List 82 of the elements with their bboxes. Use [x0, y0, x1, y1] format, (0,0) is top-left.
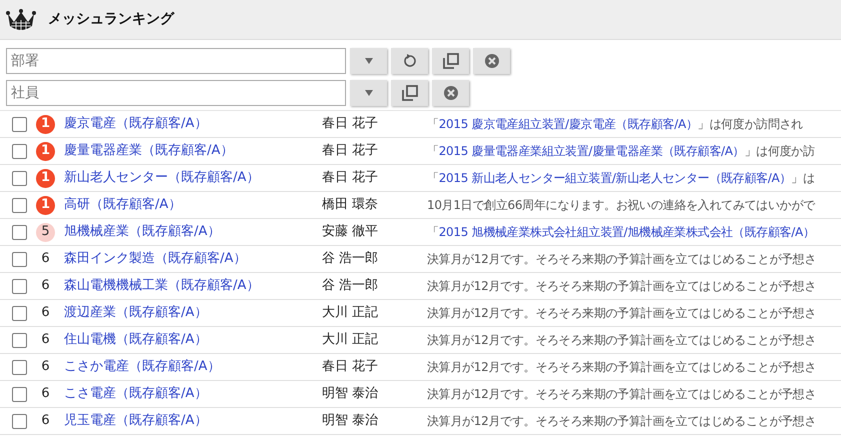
note-text: 決算月が12月です。そろそろ来期の予算計画を立てはじめることが予想さ: [427, 332, 816, 349]
person-name: 春日 花子: [322, 142, 380, 160]
person-name: 大川 正記: [322, 331, 380, 350]
rank-badge: 1: [36, 196, 55, 214]
rank-number: 6: [40, 277, 51, 296]
note-text: 決算月が12月です。そろそろ来期の予算計画を立てはじめることが予想さ: [427, 305, 816, 322]
refresh-icon: [402, 54, 416, 68]
rank-number: 6: [40, 331, 51, 350]
rank-number: 6: [40, 412, 51, 430]
note-text: 「2015 旭機械産業株式会社組立装置/旭機械産業株式会社（既存顧客/A）: [427, 224, 815, 241]
checkbox[interactable]: [12, 116, 27, 132]
note-text: 10月1日で創立66周年になります。お祝いの連絡を入れてみてはいかがで: [427, 197, 815, 214]
checkbox[interactable]: [12, 332, 27, 348]
copy-button[interactable]: [391, 80, 428, 106]
clear-button[interactable]: [432, 80, 469, 106]
crown-icon: [6, 8, 36, 32]
rank-number: 6: [40, 358, 51, 376]
note-link[interactable]: 2015 慶京電産組立装置/慶京電産（既存顧客/A）: [438, 117, 698, 131]
checkbox[interactable]: [12, 306, 27, 320]
rank-badge: 1: [36, 142, 55, 160]
company-link[interactable]: 森山電機機械工業（既存顧客/A）: [64, 276, 322, 296]
company-link[interactable]: 旭機械産業（既存顧客/A）: [64, 222, 322, 242]
rank-badge: 1: [36, 114, 55, 134]
person-name: 明智 泰治: [322, 385, 380, 404]
checkbox[interactable]: [12, 144, 27, 158]
copy-icon: [402, 85, 418, 101]
clear-icon: [444, 86, 458, 100]
note-text: 「2015 慶量電器産業組立装置/慶量電器産業（既存顧客/A）」は何度か訪: [427, 143, 815, 160]
company-link[interactable]: 森田インク製造（既存顧客/A）: [64, 249, 322, 269]
dropdown-arrow-button[interactable]: [350, 48, 387, 74]
dropdown-arrow-button[interactable]: [350, 80, 387, 106]
person-name: 春日 花子: [322, 169, 380, 188]
search-field[interactable]: 部署: [6, 48, 346, 74]
rank-badge: 5: [36, 222, 55, 242]
company-link[interactable]: こさ電産（既存顧客/A）: [64, 384, 322, 404]
person-name: 大川 正記: [322, 304, 380, 322]
dropdown-arrow-icon: [364, 89, 374, 97]
checkbox[interactable]: [12, 414, 27, 428]
company-link[interactable]: 住山電機（既存顧客/A）: [64, 330, 322, 350]
note-text: 「2015 新山老人センター組立装置/新山老人センター（既存顧客/A）」は: [427, 170, 815, 187]
company-link[interactable]: 新山老人センター（既存顧客/A）: [64, 168, 322, 188]
note-text: 決算月が12月です。そろそろ来期の予算計画を立てはじめることが予想さ: [427, 413, 816, 430]
dropdown-arrow-icon: [364, 57, 374, 65]
person-name: 安藤 徹平: [322, 223, 380, 242]
copy-button[interactable]: [432, 48, 469, 74]
copy-icon: [442, 53, 458, 69]
person-name: 春日 花子: [322, 115, 380, 134]
clear-button[interactable]: [473, 48, 510, 74]
note-link[interactable]: 2015 慶量電器産業組立装置/慶量電器産業（既存顧客/A）: [438, 144, 744, 158]
person-name: 谷 浩一郎: [322, 250, 380, 268]
page-title: メッシュランキング: [48, 10, 174, 29]
rank-number: 6: [40, 250, 51, 268]
checkbox[interactable]: [12, 198, 27, 212]
company-link[interactable]: 高研（既存顧客/A）: [64, 195, 322, 215]
rank-number: 6: [40, 385, 51, 404]
clear-icon: [484, 54, 498, 68]
rank-number: 6: [40, 304, 51, 322]
checkbox[interactable]: [12, 224, 27, 240]
person-name: 明智 泰治: [322, 412, 380, 430]
note-text: 決算月が12月です。そろそろ来期の予算計画を立てはじめることが予想さ: [427, 359, 816, 376]
note-text: 決算月が12月です。そろそろ来期の予算計画を立てはじめることが予想さ: [427, 251, 816, 268]
company-link[interactable]: こさか電産（既存顧客/A）: [64, 357, 322, 377]
person-name: 橋田 環奈: [322, 196, 380, 214]
company-link[interactable]: 慶量電器産業（既存顧客/A）: [64, 141, 322, 161]
person-name: 春日 花子: [322, 358, 380, 376]
note-text: 「2015 慶京電産組立装置/慶京電産（既存顧客/A）」は何度か訪問され: [427, 116, 803, 133]
checkbox[interactable]: [12, 386, 27, 402]
rank-badge: 1: [36, 168, 55, 188]
checkbox[interactable]: [12, 252, 27, 266]
company-link[interactable]: 慶京電産（既存顧客/A）: [64, 114, 322, 134]
checkbox[interactable]: [12, 170, 27, 186]
company-link[interactable]: 渡辺産業（既存顧客/A）: [64, 303, 322, 323]
checkbox[interactable]: [12, 360, 27, 374]
note-link[interactable]: 2015 新山老人センター組立装置/新山老人センター（既存顧客/A）: [438, 171, 792, 185]
refresh-button[interactable]: [391, 48, 428, 74]
search-field[interactable]: 社員: [6, 80, 346, 106]
checkbox[interactable]: [12, 278, 27, 294]
note-link[interactable]: 2015 旭機械産業株式会社組立装置/旭機械産業株式会社（既存顧客/A）: [438, 225, 815, 239]
company-link[interactable]: 児玉電産（既存顧客/A）: [64, 411, 322, 431]
person-name: 谷 浩一郎: [322, 277, 380, 296]
note-text: 決算月が12月です。そろそろ来期の予算計画を立てはじめることが予想さ: [427, 278, 816, 295]
note-text: 決算月が12月です。そろそろ来期の予算計画を立てはじめることが予想さ: [427, 386, 816, 403]
